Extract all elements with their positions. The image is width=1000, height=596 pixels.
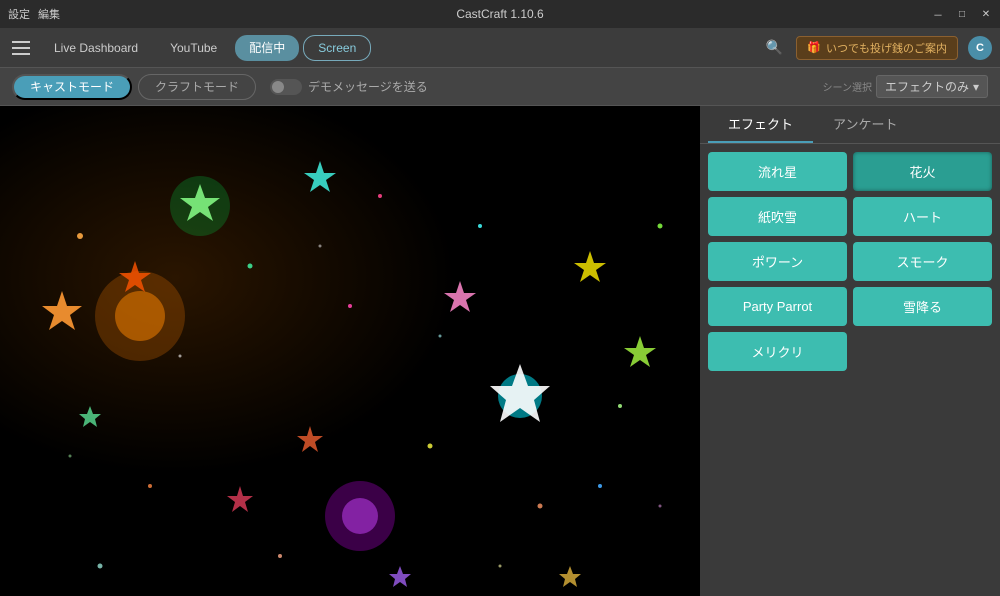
- promo-text: いつでも投げ銭のご案内: [826, 40, 947, 56]
- titlebar-controls: － □ ✕: [932, 8, 992, 20]
- video-area: [0, 106, 700, 596]
- effect-smoke[interactable]: スモーク: [853, 242, 992, 281]
- tab-recording[interactable]: 配信中: [235, 35, 299, 61]
- search-button[interactable]: 🔍: [762, 36, 786, 60]
- effect-ryuusei[interactable]: 流れ星: [708, 152, 847, 191]
- scene-selector: シーン選択 エフェクトのみ ▾: [822, 75, 988, 98]
- chevron-down-icon: ▾: [973, 80, 979, 94]
- titlebar-title: CastCraft 1.10.6: [456, 7, 543, 21]
- titlebar-left: 設定 編集: [8, 6, 60, 22]
- menu-edit[interactable]: 編集: [38, 6, 60, 22]
- effect-kamifubuki[interactable]: 紙吹雪: [708, 197, 847, 236]
- tab-live-dashboard[interactable]: Live Dashboard: [40, 35, 152, 61]
- minimize-button[interactable]: －: [932, 8, 944, 20]
- effect-yukifuru[interactable]: 雪降る: [853, 287, 992, 326]
- menu-settings[interactable]: 設定: [8, 6, 30, 22]
- hamburger-menu[interactable]: [8, 34, 36, 62]
- app-logo: C: [968, 36, 992, 60]
- scene-value: エフェクトのみ: [885, 78, 969, 95]
- tab-screen[interactable]: Screen: [303, 35, 371, 61]
- tab-effect[interactable]: エフェクト: [708, 106, 813, 143]
- demo-toggle-switch[interactable]: [270, 79, 302, 95]
- star-animation: [0, 106, 700, 596]
- titlebar: 設定 編集 CastCraft 1.10.6 － □ ✕: [0, 0, 1000, 28]
- scene-dropdown[interactable]: エフェクトのみ ▾: [876, 75, 988, 98]
- effect-heart[interactable]: ハート: [853, 197, 992, 236]
- scene-label: シーン選択: [822, 79, 872, 94]
- promo-icon: 🎁: [807, 41, 821, 54]
- effect-hanabi[interactable]: 花火: [853, 152, 992, 191]
- tab-anketo[interactable]: アンケート: [813, 106, 917, 143]
- effect-parrot[interactable]: Party Parrot: [708, 287, 847, 326]
- navbar: Live Dashboard YouTube 配信中 Screen 🔍 🎁 いつ…: [0, 28, 1000, 68]
- sidebar: エフェクト アンケート 流れ星 花火 紙吹雪 ハート ポワーン スモーク Par…: [700, 106, 1000, 596]
- maximize-button[interactable]: □: [956, 8, 968, 20]
- effect-bounce[interactable]: ポワーン: [708, 242, 847, 281]
- craft-mode-button[interactable]: クラフトモード: [138, 74, 256, 100]
- main-content: エフェクト アンケート 流れ星 花火 紙吹雪 ハート ポワーン スモーク Par…: [0, 106, 1000, 596]
- effect-grid: 流れ星 花火 紙吹雪 ハート ポワーン スモーク Party Parrot 雪降…: [700, 144, 1000, 379]
- modebar: キャストモード クラフトモード デモメッセージを送る シーン選択 エフェクトのみ…: [0, 68, 1000, 106]
- effect-merikuri[interactable]: メリクリ: [708, 332, 847, 371]
- demo-toggle-group: デモメッセージを送る: [270, 78, 428, 95]
- effect-tabs: エフェクト アンケート: [700, 106, 1000, 144]
- promo-banner[interactable]: 🎁 いつでも投げ銭のご案内: [796, 36, 958, 60]
- demo-toggle-label: デモメッセージを送る: [308, 78, 428, 95]
- cast-mode-button[interactable]: キャストモード: [12, 74, 132, 100]
- tab-youtube[interactable]: YouTube: [156, 35, 231, 61]
- close-button[interactable]: ✕: [980, 8, 992, 20]
